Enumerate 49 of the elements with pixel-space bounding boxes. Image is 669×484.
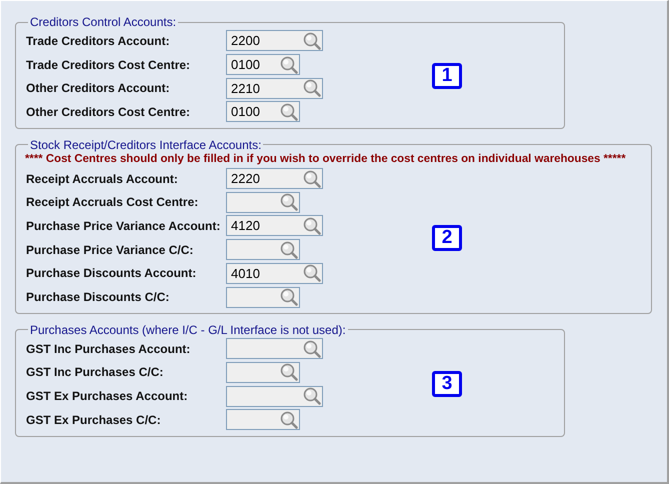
input-field[interactable]: 2210 bbox=[226, 78, 323, 99]
input-field[interactable]: 2200 bbox=[226, 30, 323, 52]
field-label: GST Inc Purchases Account: bbox=[26, 342, 192, 356]
search-icon[interactable] bbox=[303, 340, 321, 358]
field-label: Other Creditors Account: bbox=[26, 81, 171, 96]
field-label: Purchase Discounts C/C: bbox=[26, 290, 170, 304]
search-icon[interactable] bbox=[303, 264, 321, 282]
field-label: Receipt Accruals Account: bbox=[26, 172, 179, 186]
section-number: 3 bbox=[432, 371, 462, 398]
search-icon[interactable] bbox=[280, 410, 298, 429]
field-label: Trade Creditors Cost Centre: bbox=[26, 58, 192, 72]
group-title: Stock Receipt/Creditors Interface Accounts: bbox=[29, 138, 262, 152]
field-label: GST Inc Purchases C/C: bbox=[26, 365, 164, 380]
search-icon[interactable] bbox=[280, 240, 298, 259]
input-field[interactable] bbox=[226, 286, 300, 308]
input-field[interactable]: 0100 bbox=[226, 101, 300, 122]
field-label: Trade Creditors Account: bbox=[26, 34, 171, 48]
input-field[interactable] bbox=[226, 239, 300, 260]
input-field[interactable] bbox=[226, 362, 300, 383]
input-field[interactable]: 0100 bbox=[226, 54, 300, 76]
input-field[interactable]: 4010 bbox=[226, 262, 323, 284]
group-title: Creditors Control Accounts: bbox=[29, 15, 178, 29]
warning-text: **** Cost Centres should only be filled in if you wish to override the cost centres on individual warehouses ***** bbox=[25, 152, 627, 165]
input-field[interactable]: 2220 bbox=[226, 168, 323, 190]
group-title: Purchases Accounts (where I/C - G/L Interface is not used): bbox=[29, 322, 347, 337]
search-icon[interactable] bbox=[303, 79, 321, 98]
input-field[interactable] bbox=[226, 409, 300, 430]
field-label: Other Creditors Cost Centre: bbox=[26, 104, 192, 119]
section-number: 1 bbox=[432, 63, 462, 90]
field-label: Receipt Accruals Cost Centre: bbox=[26, 195, 200, 210]
input-field[interactable] bbox=[226, 338, 323, 360]
field-label: GST Ex Purchases C/C: bbox=[26, 412, 162, 427]
search-icon[interactable] bbox=[280, 56, 298, 74]
search-icon[interactable] bbox=[303, 387, 321, 406]
section-number: 2 bbox=[432, 224, 462, 251]
search-icon[interactable] bbox=[280, 363, 298, 382]
search-icon[interactable] bbox=[303, 170, 321, 188]
search-icon[interactable] bbox=[280, 193, 298, 212]
field-label: Purchase Price Variance Account: bbox=[26, 218, 222, 233]
input-field[interactable] bbox=[226, 192, 300, 213]
search-icon[interactable] bbox=[280, 102, 298, 121]
field-label: Purchase Price Variance C/C: bbox=[26, 242, 194, 257]
input-field[interactable] bbox=[226, 386, 323, 407]
search-icon[interactable] bbox=[303, 32, 321, 50]
search-icon[interactable] bbox=[280, 288, 298, 306]
field-label: Purchase Discounts Account: bbox=[26, 266, 198, 280]
input-field[interactable]: 4120 bbox=[226, 215, 323, 236]
search-icon[interactable] bbox=[303, 216, 321, 235]
field-label: GST Ex Purchases Account: bbox=[26, 389, 189, 404]
